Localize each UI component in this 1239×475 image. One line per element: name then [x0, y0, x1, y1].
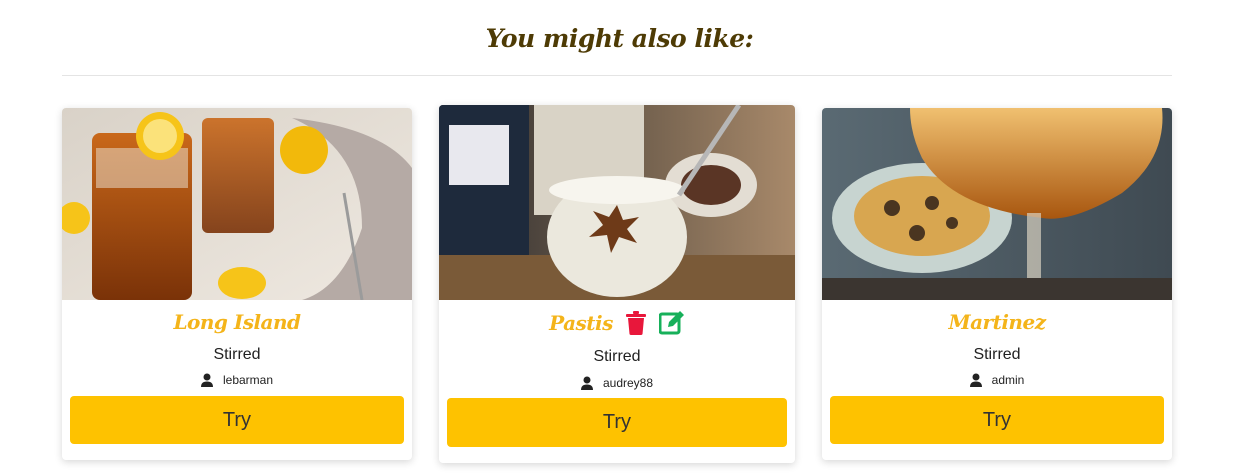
cocktail-card-long-island: Long Island Stirred lebarman Try [62, 108, 412, 460]
cocktail-method: Stirred [213, 346, 261, 363]
edit-icon[interactable] [658, 310, 685, 336]
section-title: You might also like: [485, 24, 754, 53]
try-button[interactable]: Try [447, 398, 787, 447]
user-icon [200, 373, 213, 387]
cocktail-image[interactable] [62, 108, 412, 300]
user-icon [580, 376, 593, 390]
cocktail-image[interactable] [822, 108, 1172, 300]
cocktail-name[interactable]: Pastis [549, 311, 613, 335]
cocktail-name[interactable]: Long Island [173, 310, 301, 334]
cocktail-name[interactable]: Martinez [948, 310, 1046, 334]
cocktail-author: admin [822, 373, 1172, 387]
user-icon [969, 373, 982, 387]
cocktail-method: Stirred [593, 348, 641, 365]
cocktail-method: Stirred [973, 346, 1021, 363]
trash-icon[interactable] [623, 310, 649, 336]
try-button[interactable]: Try [830, 396, 1164, 444]
cocktail-image[interactable] [439, 105, 795, 300]
author-name: audrey88 [602, 376, 654, 390]
cocktail-author: lebarman [62, 373, 412, 387]
try-button[interactable]: Try [70, 396, 404, 444]
cocktail-author: audrey88 [439, 376, 795, 390]
divider [62, 75, 1172, 76]
author-name: admin [991, 373, 1025, 387]
author-name: lebarman [222, 373, 274, 387]
cocktail-card-martinez: Martinez Stirred admin Try [822, 108, 1172, 460]
cocktail-card-pastis: Pastis Stirred audrey88 Try [439, 105, 795, 463]
